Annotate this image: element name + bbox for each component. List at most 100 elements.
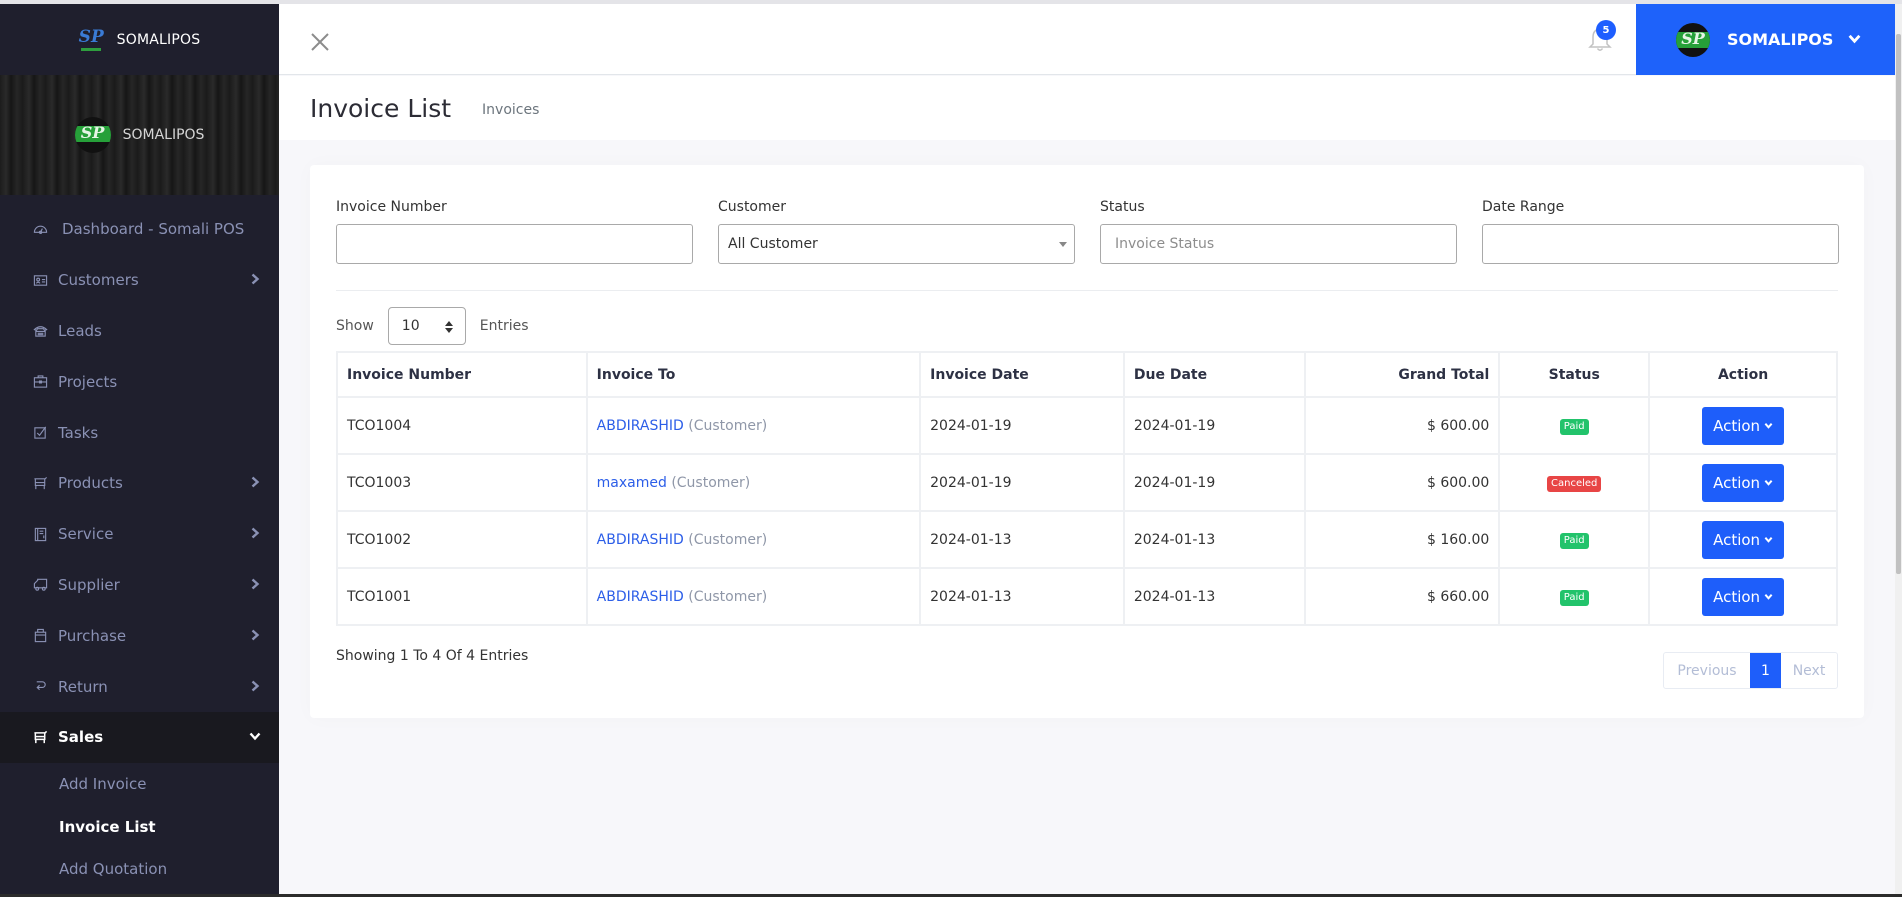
- column-header-invoice-to[interactable]: Invoice To: [585, 351, 922, 398]
- action-cell: Action: [1648, 453, 1838, 512]
- customer-link[interactable]: maxamed: [597, 475, 667, 491]
- status-badge: Paid: [1559, 418, 1589, 435]
- submenu-add-invoice[interactable]: Add Invoice: [0, 763, 279, 806]
- phone-icon: [32, 323, 48, 339]
- entries-label: Entries: [479, 318, 529, 334]
- grand-total-cell: $ 600.00: [1303, 396, 1501, 455]
- bag-icon: [32, 628, 48, 644]
- scrollbar-thumb[interactable]: [1896, 34, 1901, 574]
- banner-brand-name: SOMALIPOS: [122, 127, 205, 143]
- action-dropdown-button[interactable]: Action: [1702, 406, 1785, 445]
- invoice-to-cell: maxamed (Customer): [585, 453, 922, 512]
- invoice-number-input[interactable]: [336, 224, 693, 264]
- sidebar-item-tasks[interactable]: Tasks: [0, 407, 279, 458]
- sidebar-banner: SP SOMALIPOS: [0, 75, 279, 195]
- table-header-row: Invoice Number Invoice To Invoice Date D…: [336, 351, 1838, 398]
- chevron-down-icon: [1764, 594, 1773, 600]
- customer-link[interactable]: ABDIRASHID: [597, 589, 684, 605]
- sidebar-item-purchase[interactable]: Purchase: [0, 610, 279, 661]
- invoice-number-cell: TCO1004: [336, 396, 588, 455]
- entries-value: 10: [401, 318, 420, 334]
- sidebar-item-products[interactable]: Products: [0, 458, 279, 509]
- due-date-cell: 2024-01-13: [1122, 510, 1306, 569]
- page-title: Invoice List: [310, 93, 452, 123]
- column-header-grand-total[interactable]: Grand Total: [1303, 351, 1501, 398]
- breadcrumb[interactable]: Invoices: [482, 102, 539, 118]
- briefcase-icon: [32, 374, 48, 390]
- user-menu-button[interactable]: SP SOMALIPOS: [1636, 4, 1895, 75]
- invoice-number-cell: TCO1003: [336, 453, 588, 512]
- status-cell: Canceled: [1498, 453, 1651, 512]
- due-date-cell: 2024-01-19: [1122, 453, 1306, 512]
- sidebar-item-leads[interactable]: Leads: [0, 306, 279, 357]
- sidebar-item-service[interactable]: Service: [0, 509, 279, 560]
- pagination-next[interactable]: Next: [1781, 653, 1837, 688]
- entries-per-page-select[interactable]: 10: [387, 307, 466, 345]
- invoice-number-label: Invoice Number: [336, 199, 447, 215]
- column-header-invoice-date[interactable]: Invoice Date: [919, 351, 1125, 398]
- truck-icon: [32, 577, 48, 593]
- action-dropdown-button[interactable]: Action: [1702, 520, 1785, 559]
- customer-type: (Customer): [688, 531, 768, 548]
- filter-status: Status Invoice Status: [1100, 199, 1457, 264]
- filter-customer: Customer All Customer: [718, 199, 1075, 264]
- invoice-number-cell: TCO1002: [336, 510, 588, 569]
- filter-bar: Invoice Number Customer All Customer Sta…: [336, 199, 1839, 264]
- column-header-status[interactable]: Status: [1498, 351, 1651, 398]
- customer-type: (Customer): [688, 417, 768, 434]
- submenu-add-quotation[interactable]: Add Quotation: [0, 848, 279, 891]
- user-avatar: SP: [1676, 22, 1710, 57]
- chevron-down-icon: [1848, 30, 1861, 49]
- column-header-due-date[interactable]: Due Date: [1122, 351, 1306, 398]
- due-date-cell: 2024-01-19: [1122, 396, 1306, 455]
- customer-link[interactable]: ABDIRASHID: [597, 418, 684, 434]
- pagination-page-1[interactable]: 1: [1750, 653, 1781, 688]
- sidebar-item-sales[interactable]: Sales: [0, 711, 279, 763]
- submenu-invoice-list[interactable]: Invoice List: [0, 805, 279, 848]
- top-header: 5 SP SOMALIPOS: [279, 4, 1895, 75]
- sidebar-item-dashboard[interactable]: Dashboard - Somali POS: [0, 204, 279, 255]
- status-badge: Canceled: [1547, 475, 1602, 492]
- status-input[interactable]: Invoice Status: [1100, 224, 1457, 264]
- customer-link[interactable]: ABDIRASHID: [597, 532, 684, 548]
- chevron-right-icon: [249, 678, 261, 696]
- action-dropdown-button[interactable]: Action: [1702, 577, 1785, 616]
- chevron-down-icon: [1764, 537, 1773, 543]
- sidebar: SP SOMALIPOS SP SOMALIPOS Dashboard - So…: [0, 4, 279, 894]
- user-name: SOMALIPOS: [1727, 30, 1834, 49]
- sidebar-item-return[interactable]: Return: [0, 661, 279, 712]
- sidebar-menu: Dashboard - Somali POS Customers Leads P…: [0, 195, 279, 763]
- chevron-down-icon: [249, 728, 261, 746]
- chevron-right-icon: [249, 271, 261, 289]
- page-scrollbar[interactable]: [1895, 4, 1902, 894]
- chevron-right-icon: [249, 525, 261, 543]
- status-badge: Paid: [1559, 532, 1589, 549]
- status-cell: Paid: [1498, 396, 1651, 455]
- page-title-bar: Invoice List Invoices: [279, 76, 1895, 140]
- due-date-cell: 2024-01-13: [1122, 567, 1306, 626]
- chevron-right-icon: [249, 576, 261, 594]
- sidebar-item-projects[interactable]: Projects: [0, 356, 279, 407]
- column-header-invoice-number[interactable]: Invoice Number: [336, 351, 588, 398]
- table-row: TCO1003 maxamed (Customer) 2024-01-19 2024-…: [336, 453, 1838, 512]
- customer-type: (Customer): [671, 474, 751, 491]
- action-dropdown-button[interactable]: Action: [1702, 463, 1785, 502]
- status-cell: Paid: [1498, 567, 1651, 626]
- status-cell: Paid: [1498, 510, 1651, 569]
- customer-select[interactable]: All Customer: [718, 224, 1075, 264]
- customer-label: Customer: [718, 199, 787, 215]
- pagination-previous[interactable]: Previous: [1664, 653, 1750, 688]
- close-sidebar-button[interactable]: [309, 31, 331, 53]
- sidebar-brand[interactable]: SP SOMALIPOS: [0, 4, 279, 75]
- grand-total-cell: $ 660.00: [1303, 567, 1501, 626]
- date-range-input[interactable]: [1482, 224, 1839, 264]
- pagination: Previous 1 Next: [1663, 652, 1838, 689]
- status-label: Status: [1100, 199, 1145, 215]
- invoice-number-cell: TCO1001: [336, 567, 588, 626]
- chevron-down-icon: [1764, 423, 1773, 429]
- invoice-date-cell: 2024-01-13: [919, 510, 1125, 569]
- sidebar-item-customers[interactable]: Customers: [0, 255, 279, 306]
- grand-total-cell: $ 600.00: [1303, 453, 1501, 512]
- sidebar-item-supplier[interactable]: Supplier: [0, 560, 279, 611]
- invoice-to-cell: ABDIRASHID (Customer): [585, 396, 922, 455]
